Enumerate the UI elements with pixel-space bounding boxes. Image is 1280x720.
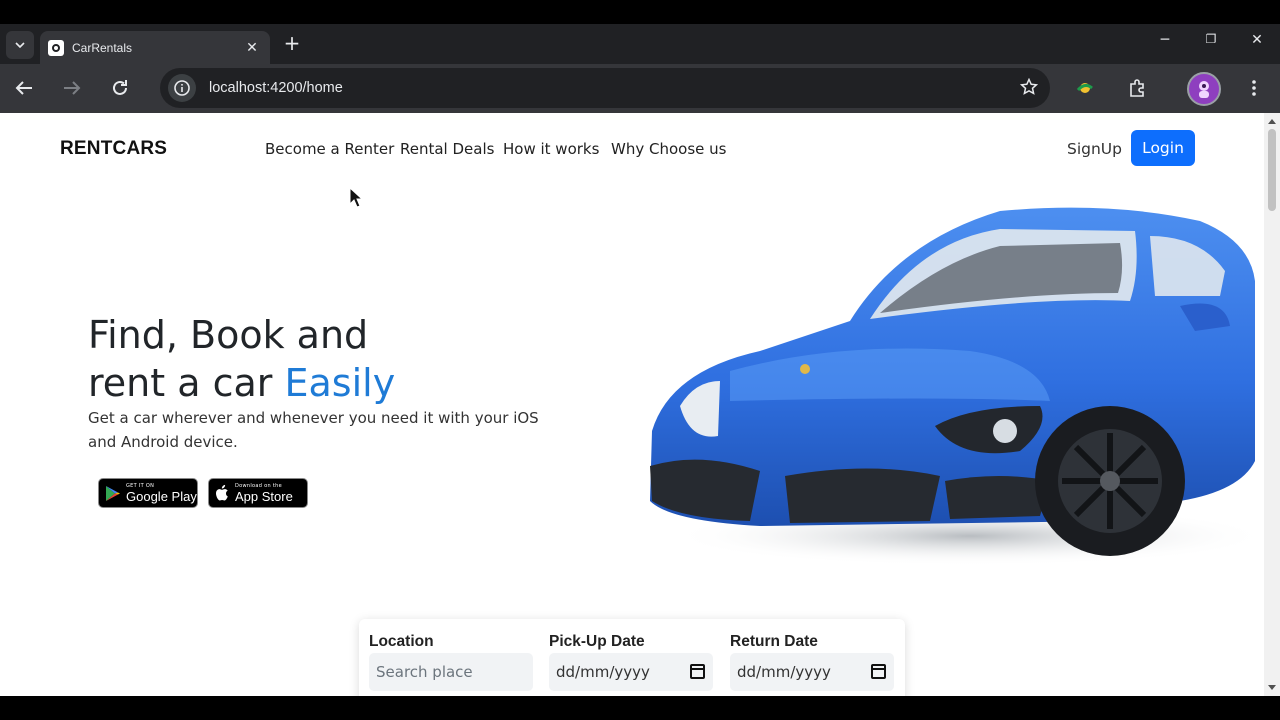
app-store-text: App Store bbox=[235, 488, 293, 504]
reload-button[interactable] bbox=[108, 76, 132, 100]
scroll-down-icon[interactable] bbox=[1268, 685, 1276, 690]
avatar-icon bbox=[1199, 81, 1209, 98]
mouse-cursor-icon bbox=[349, 187, 363, 208]
app-store-badge[interactable]: Download on the App Store bbox=[208, 478, 308, 508]
google-play-small-text: GET IT ON bbox=[126, 482, 155, 489]
pickup-date-label: Pick-Up Date bbox=[549, 633, 645, 650]
browser-menu-icon[interactable] bbox=[1244, 76, 1264, 100]
browser-toolbar: localhost:4200/home bbox=[0, 64, 1280, 113]
hero-title: Find, Book and rent a car Easily bbox=[88, 311, 395, 407]
address-bar[interactable]: localhost:4200/home bbox=[160, 68, 1050, 108]
bookmark-star-icon[interactable] bbox=[1019, 77, 1039, 100]
calendar-icon[interactable] bbox=[690, 664, 705, 679]
search-form: Location Search place Pick-Up Date dd/mm… bbox=[359, 619, 905, 696]
arrow-left-icon bbox=[15, 81, 32, 95]
return-date-value: dd/mm/yyyy bbox=[737, 663, 831, 681]
site-info-icon[interactable] bbox=[168, 74, 196, 102]
hero-title-line2: rent a car Easily bbox=[88, 359, 395, 407]
app-store-small-text: Download on the bbox=[235, 482, 282, 489]
google-play-badge[interactable]: GET IT ON Google Play bbox=[98, 478, 198, 508]
location-input[interactable]: Search place bbox=[369, 653, 533, 691]
pickup-date-value: dd/mm/yyyy bbox=[556, 663, 650, 681]
extension-icon[interactable] bbox=[1073, 76, 1097, 100]
hero-subtitle: Get a car wherever and whenever you need… bbox=[88, 409, 539, 451]
web-page: RENTCARS Become a Renter Rental Deals Ho… bbox=[0, 113, 1264, 696]
tab-title: CarRentals bbox=[72, 40, 133, 55]
nav-link-why-choose-us[interactable]: Why Choose us bbox=[611, 140, 726, 158]
nav-link-rental-deals[interactable]: Rental Deals bbox=[400, 140, 494, 158]
nav-link-become-a-renter[interactable]: Become a Renter bbox=[265, 140, 394, 158]
browser-tab-strip: CarRentals ✕ + ─ ❐ ✕ bbox=[0, 24, 1280, 64]
restore-button[interactable]: ❐ bbox=[1196, 32, 1226, 46]
close-window-button[interactable]: ✕ bbox=[1242, 32, 1272, 48]
site-favicon-icon bbox=[48, 39, 64, 56]
return-date-label: Return Date bbox=[730, 633, 818, 650]
tab-close-icon[interactable]: ✕ bbox=[242, 40, 262, 56]
scrollbar-thumb[interactable] bbox=[1268, 129, 1276, 211]
minimize-button[interactable]: ─ bbox=[1150, 32, 1180, 48]
signup-link[interactable]: SignUp bbox=[1067, 140, 1122, 158]
calendar-icon[interactable] bbox=[871, 664, 886, 679]
hero-title-prefix: rent a car bbox=[88, 361, 285, 405]
return-date-input[interactable]: dd/mm/yyyy bbox=[730, 653, 894, 691]
browser-tab-active[interactable]: CarRentals ✕ bbox=[40, 31, 270, 64]
url-text[interactable]: localhost:4200/home bbox=[209, 80, 343, 96]
back-button[interactable] bbox=[12, 76, 36, 100]
hero-car-image bbox=[650, 207, 1260, 566]
tab-search-button[interactable] bbox=[6, 31, 34, 59]
hero-title-line1: Find, Book and bbox=[88, 313, 369, 357]
location-label: Location bbox=[369, 633, 434, 650]
pickup-date-input[interactable]: dd/mm/yyyy bbox=[549, 653, 713, 691]
apple-icon bbox=[216, 484, 228, 501]
google-play-icon bbox=[106, 485, 120, 501]
nav-link-how-it-works[interactable]: How it works bbox=[503, 140, 599, 158]
hero-title-accent: Easily bbox=[284, 361, 396, 405]
profile-avatar[interactable] bbox=[1187, 72, 1221, 106]
screen-bottom-bar bbox=[0, 696, 1280, 720]
new-tab-button[interactable]: + bbox=[282, 33, 302, 53]
screen: CarRentals ✕ + ─ ❐ ✕ localhost:4200/home bbox=[0, 0, 1280, 720]
page-scrollbar[interactable] bbox=[1264, 113, 1280, 696]
arrow-right-icon bbox=[64, 81, 81, 95]
puzzle-icon[interactable] bbox=[1125, 76, 1149, 100]
chevron-down-icon bbox=[15, 42, 25, 48]
forward-button[interactable] bbox=[60, 76, 84, 100]
login-button[interactable]: Login bbox=[1131, 130, 1195, 166]
site-logo[interactable]: RENTCARS bbox=[60, 138, 167, 160]
google-play-text: Google Play bbox=[126, 488, 197, 504]
reload-icon bbox=[113, 80, 127, 95]
scroll-up-icon[interactable] bbox=[1268, 119, 1276, 124]
